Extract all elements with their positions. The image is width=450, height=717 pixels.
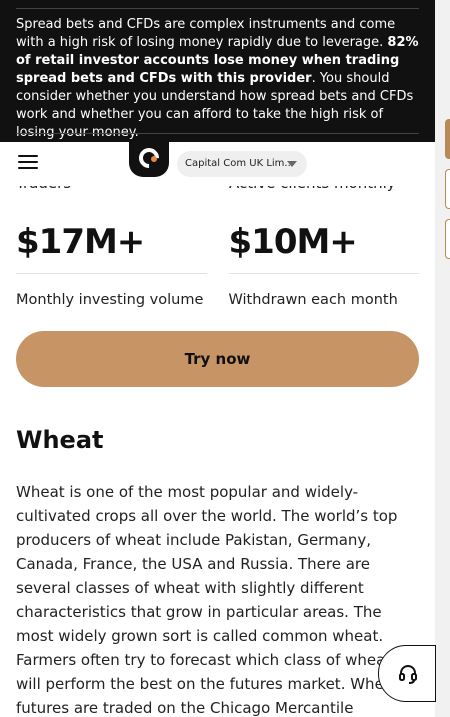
stat-label: Withdrawn each month (228, 292, 398, 308)
try-now-button[interactable]: Try now (16, 331, 419, 387)
capital-com-logo[interactable] (129, 136, 169, 177)
risk-text-part1: Spread bets and CFDs are complex instrum… (16, 17, 396, 50)
hamburger-icon[interactable] (18, 155, 38, 169)
headset-icon (399, 665, 417, 684)
banner-divider (16, 8, 419, 9)
entity-selector-label: Capital Com UK Lim... (185, 158, 294, 169)
stat-label: Monthly investing volume (16, 292, 204, 308)
risk-warning-banner: Spread bets and CFDs are complex instrum… (0, 0, 435, 142)
entity-selector[interactable]: Capital Com UK Lim... (177, 151, 307, 177)
side-tab-2[interactable] (445, 169, 450, 209)
article: Wheat Wheat is one of the most popular a… (16, 426, 420, 717)
right-gutter (435, 0, 450, 717)
article-body: Wheat is one of the most popular and wid… (16, 483, 399, 717)
stat-withdrawn: $10M+ Withdrawn each month (228, 216, 419, 308)
caret-down-icon (287, 161, 297, 167)
stat-volume: $17M+ Monthly investing volume (16, 216, 207, 308)
support-button[interactable] (378, 645, 436, 702)
side-tab-3[interactable] (445, 219, 450, 259)
risk-warning-text: Spread bets and CFDs are complex instrum… (16, 16, 420, 142)
article-title: Wheat (16, 426, 104, 454)
side-tab-1[interactable] (445, 119, 450, 159)
stat-value: $17M+ (16, 216, 207, 274)
stat-value: $10M+ (228, 216, 419, 274)
stats-row: $17M+ Monthly investing volume $10M+ Wit… (16, 216, 419, 308)
page-content: Traders Active clients monthly $17M+ Mon… (0, 0, 435, 717)
banner-divider (16, 133, 419, 134)
